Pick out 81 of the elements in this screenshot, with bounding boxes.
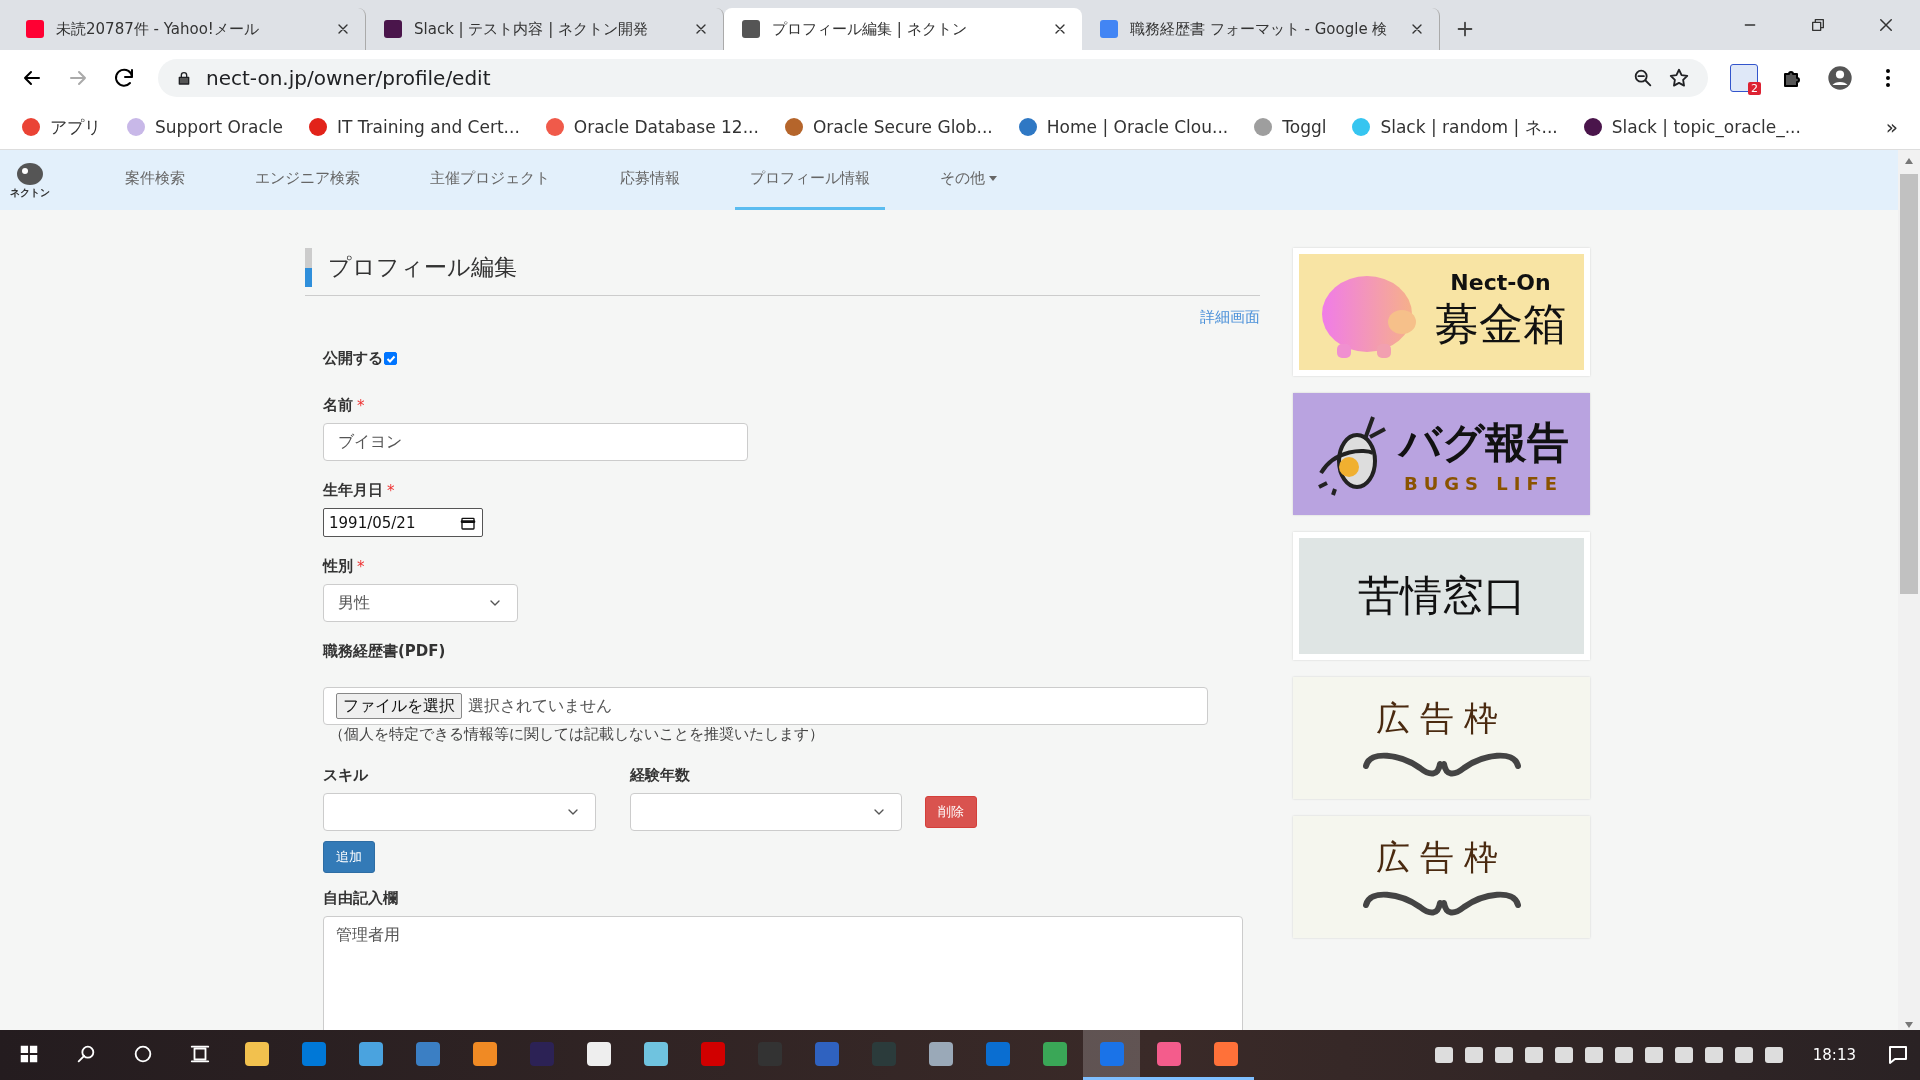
tray-icon[interactable] <box>1494 1047 1513 1063</box>
publish-label: 公開する <box>323 349 1260 368</box>
extension-badge: 2 <box>1748 81 1761 95</box>
browser-tab[interactable]: 未読20787件 - Yahoo!メール <box>8 8 366 50</box>
page-title: プロフィール編集 <box>305 248 1260 287</box>
tray-icon[interactable] <box>1704 1047 1723 1063</box>
bookmark-link[interactable]: Home | Oracle Clou... <box>1018 117 1229 137</box>
bookmark-link[interactable]: Oracle Database 12... <box>545 117 759 137</box>
tray-icon[interactable] <box>1464 1047 1483 1063</box>
nav-link[interactable]: エンジニア検索 <box>240 150 375 210</box>
browser-tab[interactable]: プロフィール編集 | ネクトン <box>724 8 1082 50</box>
add-button[interactable]: 追加 <box>323 841 375 873</box>
field-label: 自由記入欄 <box>323 889 399 908</box>
tray-icon[interactable] <box>1434 1047 1453 1063</box>
field-label: 職務経歴書(PDF) <box>323 642 447 661</box>
skill-label: スキル <box>323 766 369 785</box>
complaint-banner[interactable]: 苦情窓口 <box>1293 532 1590 660</box>
tray-icon[interactable] <box>1584 1047 1603 1063</box>
field-label: 生年月日 * <box>323 481 396 500</box>
nav-link[interactable]: 応募情報 <box>605 150 695 210</box>
banner-text: 広告枠 <box>1375 836 1508 879</box>
banner-subtitle: BUGS LIFE <box>1403 472 1564 494</box>
delete-button[interactable]: 削除 <box>925 796 977 828</box>
date-input-field[interactable]: 1991/05/21 <box>323 508 483 537</box>
ad-banner[interactable]: 広告枠 <box>1293 816 1590 938</box>
scroll-up-icon <box>1904 156 1914 166</box>
clock[interactable]: 18:13 <box>1794 1046 1874 1064</box>
restore-icon[interactable] <box>1810 17 1826 33</box>
years-label: 経験年数 <box>630 766 691 785</box>
publish-checkbox[interactable] <box>384 352 397 365</box>
extension-icon[interactable]: 2 <box>1730 63 1758 92</box>
bookmark-link[interactable]: Slack | random | ネ... <box>1352 115 1558 139</box>
field-label: 性別 * <box>323 557 366 576</box>
address-bar[interactable]: nect-on.jp/owner/profile/edit <box>158 58 1708 97</box>
tray-icon[interactable] <box>1644 1047 1663 1063</box>
field-label: 名前 * <box>323 396 366 415</box>
nav-link[interactable]: その他 <box>925 150 1012 210</box>
nav-link[interactable]: 主催プロジェクト <box>415 150 565 210</box>
caret-icon <box>989 176 997 181</box>
required-mark: * <box>357 396 365 415</box>
browser-tab[interactable]: Slack | テスト内容 | ネクトン開発 <box>366 8 724 50</box>
notification-icon[interactable] <box>1886 1043 1910 1067</box>
banner-text: バグ報告 <box>1398 416 1569 469</box>
mascot-logo-icon <box>15 160 45 186</box>
close-icon[interactable] <box>1877 16 1895 34</box>
tray-icon[interactable] <box>1674 1047 1693 1063</box>
bookmark-link[interactable]: Oracle Secure Glob... <box>784 117 993 137</box>
tray-icon[interactable] <box>1554 1047 1573 1063</box>
ad-banner[interactable]: 広告枠 <box>1293 677 1590 799</box>
file-input-field[interactable]: ファイルを選択 選択されていません <box>323 687 1208 725</box>
nav-link[interactable]: プロフィール情報 <box>735 150 885 210</box>
required-mark: * <box>357 557 365 576</box>
profile-avatar-icon[interactable] <box>1826 63 1854 92</box>
tray-icon[interactable] <box>1764 1047 1783 1063</box>
browser-tab[interactable]: 職務経歴書 フォーマット - Google 検 <box>1082 8 1440 50</box>
banner-text: 苦情窓口 <box>1357 570 1526 622</box>
banner-text: 募金箱 <box>1434 297 1567 351</box>
bookmark-link[interactable]: Toggl <box>1254 117 1327 137</box>
more-bookmarks-button[interactable]: » <box>1885 115 1898 139</box>
donation-banner[interactable]: Nect-On 募金箱 <box>1293 248 1590 376</box>
choose-file-button[interactable]: ファイルを選択 <box>336 693 462 719</box>
required-mark: * <box>387 481 395 500</box>
lock-icon <box>176 69 192 86</box>
tray-icon[interactable] <box>1734 1047 1753 1063</box>
bug-report-banner[interactable]: バグ報告 BUGS LIFE <box>1293 393 1590 515</box>
gender-select[interactable]: 男性 <box>323 584 518 622</box>
banner-text: 広告枠 <box>1375 697 1508 740</box>
scrollbar-thumb[interactable] <box>1900 174 1918 594</box>
bookmark-link[interactable]: Slack | topic_oracle_... <box>1583 117 1801 137</box>
remarks-textarea[interactable]: 管理者用 <box>323 916 1243 1030</box>
bookmark-link[interactable]: Support Oracle <box>127 117 283 137</box>
logo-text: ネクトン <box>10 186 50 200</box>
tray-icon[interactable] <box>1524 1047 1543 1063</box>
name-input-field[interactable]: ブイヨン <box>323 423 748 461</box>
nav-link[interactable]: 案件検索 <box>110 150 200 210</box>
privacy-note: （個人を特定できる情報等に関しては記載しないことを推奨いたします） <box>329 725 825 744</box>
bookmark-link[interactable]: アプリ <box>22 115 101 139</box>
tray-icon[interactable] <box>1614 1047 1633 1063</box>
bookmark-link[interactable]: IT Training and Cert... <box>308 117 520 137</box>
star-icon[interactable] <box>1668 66 1690 89</box>
banner-title: Nect-On <box>1450 270 1551 295</box>
